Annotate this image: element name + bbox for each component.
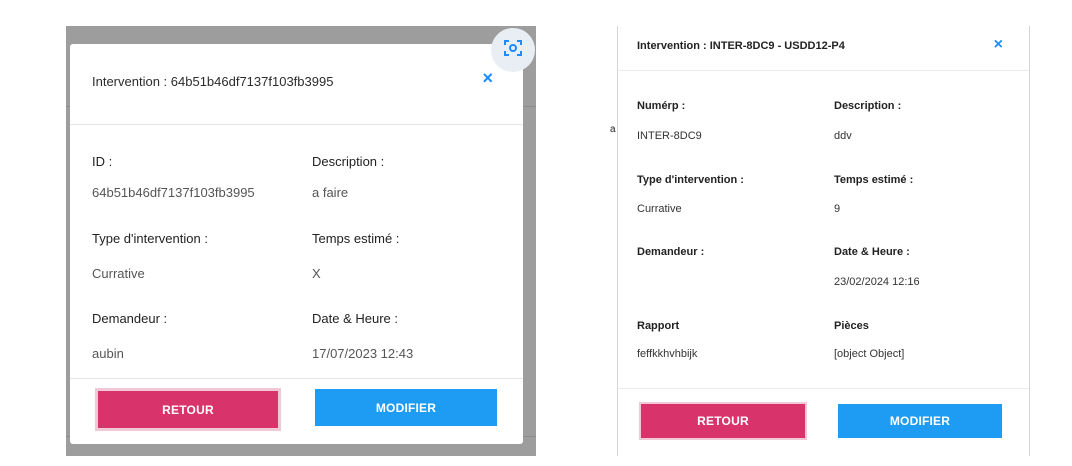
modal-header: Intervention : INTER-8DC9 - USDD12-P4 × — [618, 26, 1029, 71]
value-description: ddv — [834, 130, 852, 142]
modal-footer-divider — [618, 388, 1029, 389]
label-description: Description : — [834, 100, 902, 112]
label-demandeur: Demandeur : — [637, 246, 705, 258]
value-id: 64b51b46df7137f103fb3995 — [92, 185, 255, 200]
value-temps: 9 — [834, 203, 841, 215]
retour-button[interactable]: RETOUR — [98, 391, 278, 428]
close-icon[interactable]: × — [482, 68, 493, 89]
modal-header: Intervention : 64b51b46df7137f103fb3995 … — [70, 44, 523, 125]
value-type: Currative — [92, 266, 145, 281]
intervention-modal-right: Intervention : INTER-8DC9 - USDD12-P4 × … — [617, 26, 1030, 456]
modal-title: Intervention : 64b51b46df7137f103fb3995 — [92, 74, 334, 89]
screenshot-scan-button[interactable] — [491, 28, 535, 72]
value-demandeur: aubin — [92, 346, 124, 361]
close-icon[interactable]: × — [994, 36, 1003, 54]
label-type: Type d'intervention : — [92, 231, 208, 246]
modifier-button[interactable]: MODIFIER — [315, 389, 497, 426]
intervention-modal-left: Intervention : 64b51b46df7137f103fb3995 … — [70, 44, 523, 444]
screenshot-scan-icon — [503, 38, 523, 63]
label-id: ID : — [92, 154, 113, 169]
value-type: Currative — [637, 203, 682, 215]
label-type: Type d'intervention : — [637, 174, 744, 186]
value-date: 17/07/2023 12:43 — [312, 346, 414, 361]
label-description: Description : — [312, 154, 385, 169]
value-numero: INTER-8DC9 — [637, 130, 702, 142]
label-rapport: Rapport — [637, 320, 680, 332]
background-edge-mark: a — [610, 124, 616, 135]
value-description: a faire — [312, 185, 349, 200]
label-date: Date & Heure : — [834, 246, 910, 258]
modal-footer-divider — [70, 378, 523, 379]
label-pieces: Pièces — [834, 320, 869, 332]
value-pieces: [object Object] — [834, 348, 905, 360]
label-temps: Temps estimé : — [312, 231, 400, 246]
value-rapport: feffkkhvhbijk — [637, 348, 698, 360]
value-temps: X — [312, 266, 321, 281]
label-demandeur: Demandeur : — [92, 311, 168, 326]
left-backdrop: Intervention : 64b51b46df7137f103fb3995 … — [66, 26, 536, 456]
modifier-button[interactable]: MODIFIER — [838, 404, 1002, 438]
label-numero: Numérp : — [637, 100, 686, 112]
modal-title: Intervention : INTER-8DC9 - USDD12-P4 — [637, 40, 845, 52]
retour-button[interactable]: RETOUR — [641, 404, 805, 438]
label-date: Date & Heure : — [312, 311, 398, 326]
value-date: 23/02/2024 12:16 — [834, 276, 920, 288]
label-temps: Temps estimé : — [834, 174, 914, 186]
